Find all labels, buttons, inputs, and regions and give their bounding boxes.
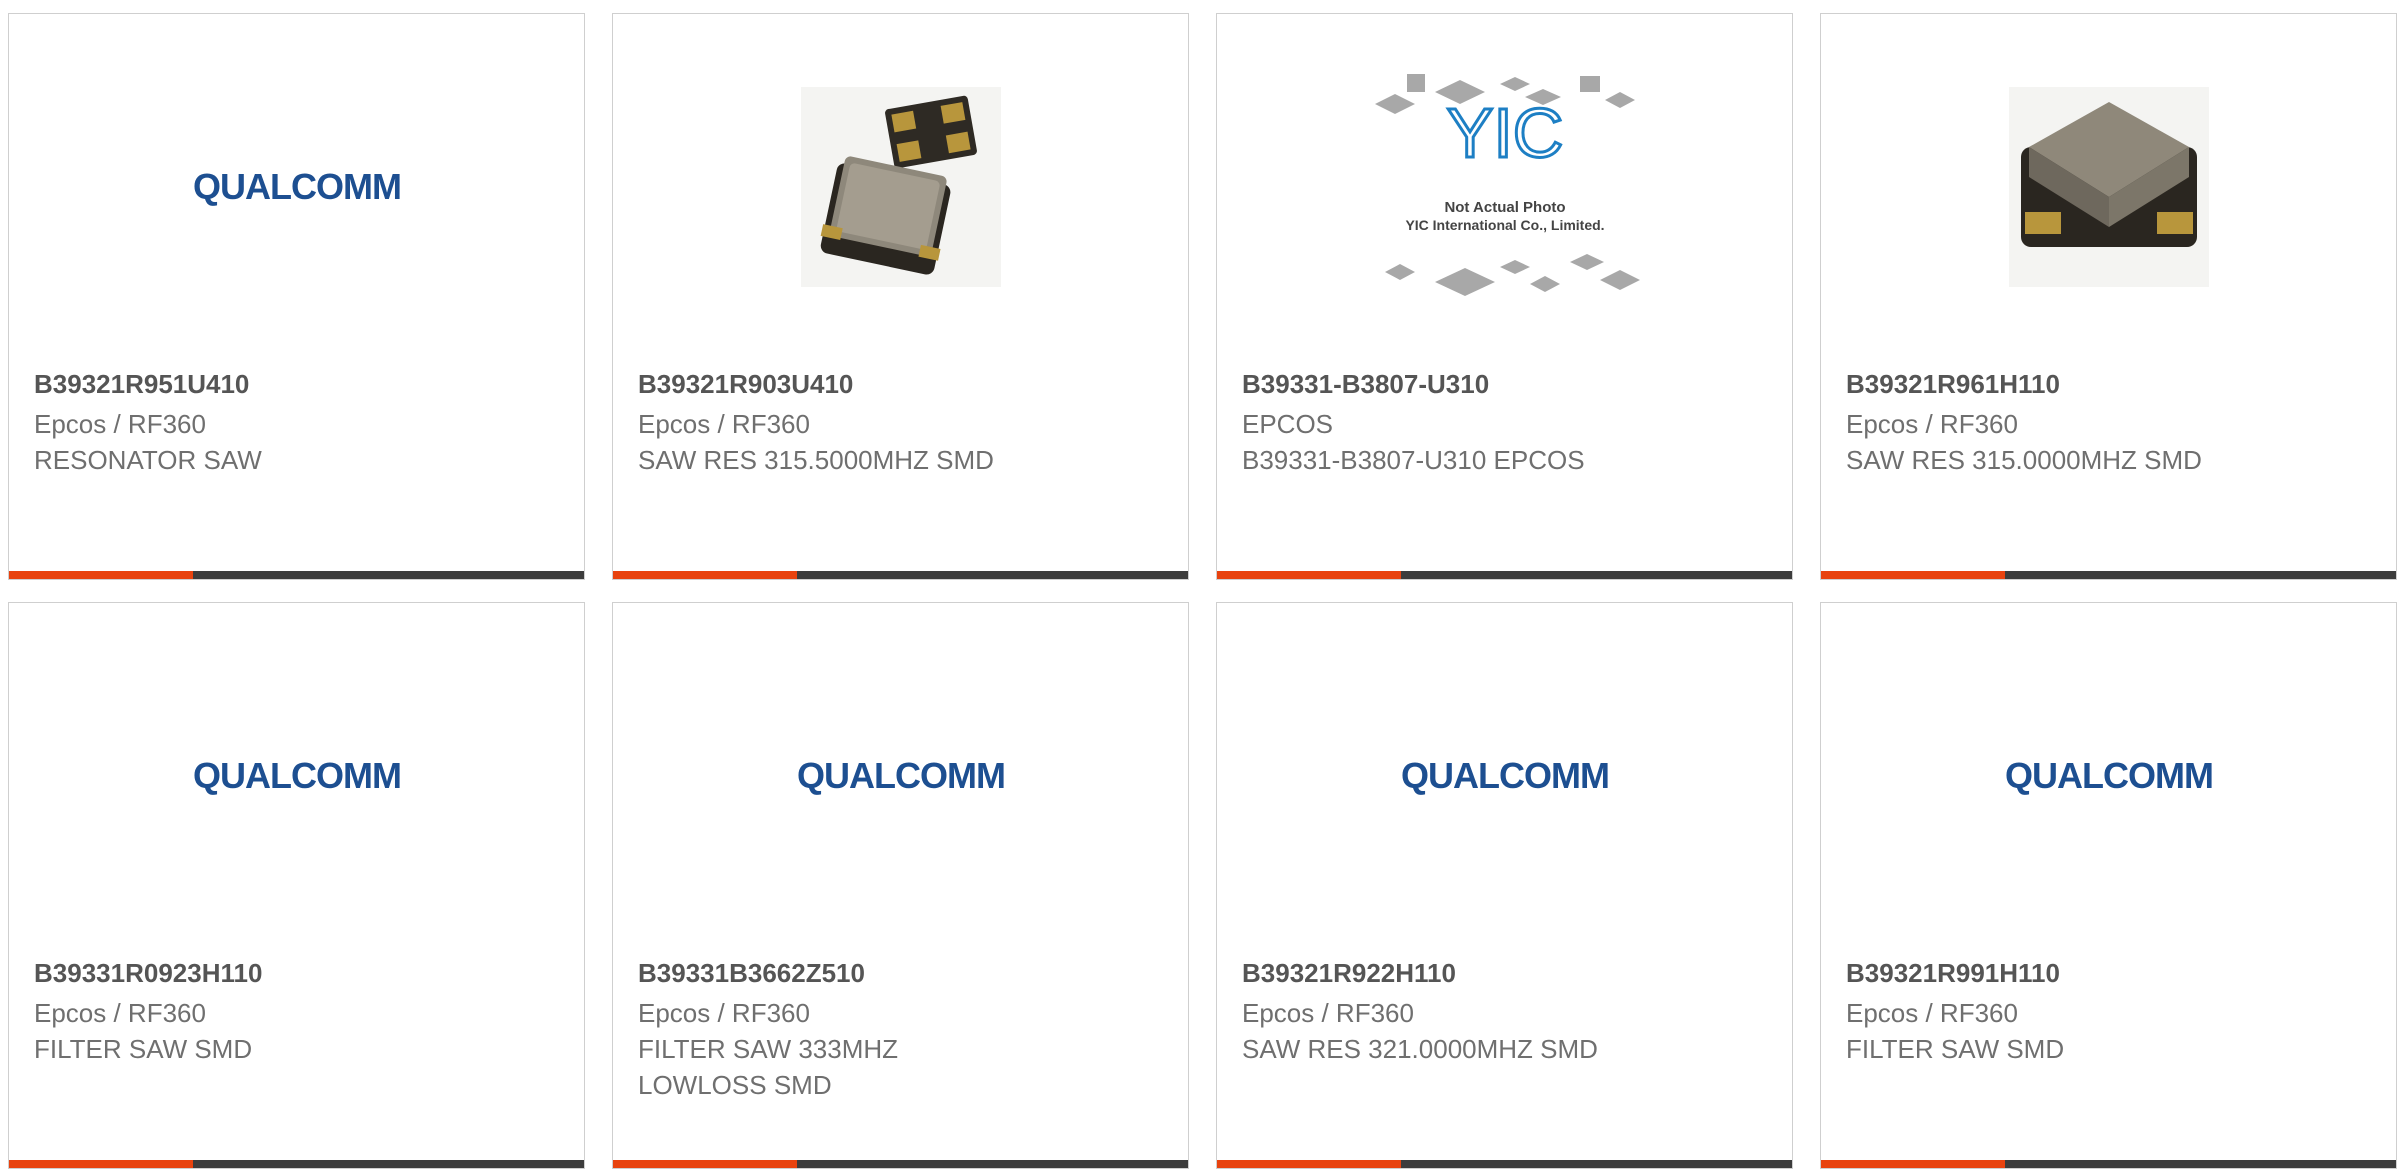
product-card[interactable]: QUALCOMM B39321R991H110 Epcos / RF360 FI… (1820, 602, 2397, 1169)
manufacturer: Epcos / RF360 (34, 409, 206, 439)
description: SAW RES 321.0000MHZ SMD (1242, 1034, 1598, 1064)
product-image: QUALCOMM (9, 14, 584, 359)
part-number[interactable]: B39331R0923H110 (34, 958, 564, 989)
part-number[interactable]: B39321R903U410 (638, 369, 1168, 400)
qualcomm-logo: QUALCOMM (1401, 755, 1610, 796)
product-card[interactable]: YIC Not Actual Photo YIC International C… (1216, 13, 1793, 580)
product-image (613, 14, 1188, 359)
part-number[interactable]: B39331-B3807-U310 (1242, 369, 1772, 400)
svg-text:YIC: YIC (1446, 94, 1563, 172)
svg-text:QUALCOMM: QUALCOMM (1401, 755, 1609, 796)
part-number[interactable]: B39321R922H110 (1242, 958, 1772, 989)
product-card[interactable]: B39321R903U410 Epcos / RF360 SAW RES 315… (612, 13, 1189, 580)
saw-resonator-photo (800, 86, 1001, 287)
part-number[interactable]: B39321R961H110 (1846, 369, 2376, 400)
manufacturer: EPCOS (1242, 409, 1334, 439)
part-number[interactable]: B39321R951U410 (34, 369, 564, 400)
description: SAW RES 315.5000MHZ SMD (638, 445, 994, 475)
description: B39331-B3807-U310 EPCOS (1242, 445, 1585, 475)
saw-resonator-photo (2008, 86, 2209, 287)
product-image: YIC Not Actual Photo YIC International C… (1217, 14, 1792, 359)
svg-text:YIC International Co., Limited: YIC International Co., Limited. (1405, 217, 1604, 233)
manufacturer: Epcos / RF360 (638, 998, 810, 1028)
qualcomm-logo: QUALCOMM (2005, 755, 2214, 796)
description: FILTER SAW SMD (1846, 1034, 2065, 1064)
part-number[interactable]: B39321R991H110 (1846, 958, 2376, 989)
product-card[interactable]: QUALCOMM B39321R951U410 Epcos / RF360 RE… (8, 13, 585, 580)
description: RESONATOR SAW (34, 445, 262, 475)
part-number[interactable]: B39331B3662Z510 (638, 958, 1168, 989)
product-image (1821, 14, 2396, 359)
card-bar (1217, 571, 1792, 579)
product-card[interactable]: B39321R961H110 Epcos / RF360 SAW RES 315… (1820, 13, 2397, 580)
product-card[interactable]: QUALCOMM B39321R922H110 Epcos / RF360 SA… (1216, 602, 1793, 1169)
svg-text:QUALCOMM: QUALCOMM (193, 166, 401, 207)
qualcomm-logo: QUALCOMM (193, 166, 402, 207)
qualcomm-logo: QUALCOMM (193, 755, 402, 796)
card-bar (1821, 571, 2396, 579)
product-image: QUALCOMM (613, 603, 1188, 948)
product-image: QUALCOMM (1821, 603, 2396, 948)
product-card[interactable]: QUALCOMM B39331R0923H110 Epcos / RF360 F… (8, 602, 585, 1169)
card-bar (9, 571, 584, 579)
description: FILTER SAW 333MHZ LOWLOSS SMD (638, 1034, 899, 1100)
manufacturer: Epcos / RF360 (1846, 409, 2018, 439)
card-bar (613, 571, 1188, 579)
manufacturer: Epcos / RF360 (638, 409, 810, 439)
svg-text:QUALCOMM: QUALCOMM (2005, 755, 2213, 796)
svg-text:QUALCOMM: QUALCOMM (193, 755, 401, 796)
manufacturer: Epcos / RF360 (34, 998, 206, 1028)
product-card[interactable]: QUALCOMM B39331B3662Z510 Epcos / RF360 F… (612, 602, 1189, 1169)
svg-text:Not Actual Photo: Not Actual Photo (1444, 199, 1565, 216)
not-actual-photo-placeholder: YIC Not Actual Photo YIC International C… (1374, 73, 1640, 296)
description: SAW RES 315.0000MHZ SMD (1846, 445, 2202, 475)
product-image: QUALCOMM (1217, 603, 1792, 948)
svg-text:QUALCOMM: QUALCOMM (797, 755, 1005, 796)
product-grid: QUALCOMM B39321R951U410 Epcos / RF360 RE… (0, 0, 2400, 1169)
manufacturer: Epcos / RF360 (1242, 998, 1414, 1028)
qualcomm-logo: QUALCOMM (797, 755, 1006, 796)
manufacturer: Epcos / RF360 (1846, 998, 2018, 1028)
description: FILTER SAW SMD (34, 1034, 253, 1064)
product-image: QUALCOMM (9, 603, 584, 948)
